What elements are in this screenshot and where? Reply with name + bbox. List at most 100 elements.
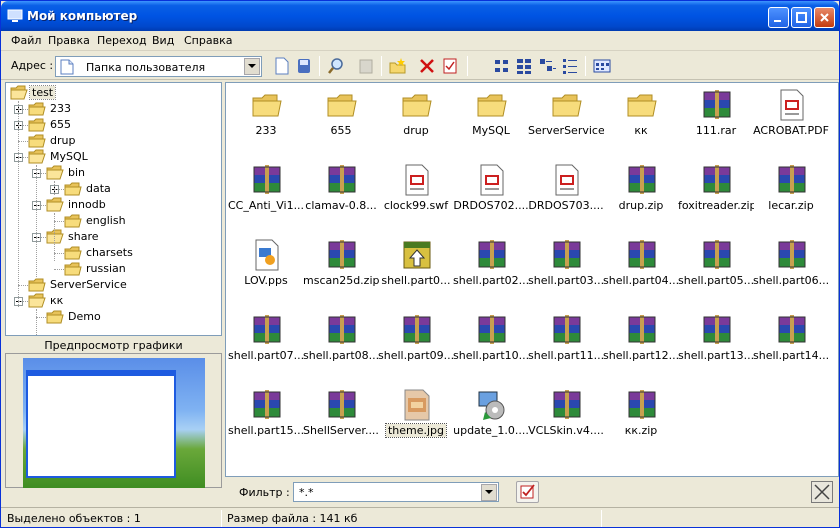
address-dropdown-button[interactable] — [244, 58, 260, 75]
tree-node-label: 655 — [50, 118, 71, 131]
address-combo[interactable]: Папка пользователя — [55, 56, 262, 77]
file-item[interactable]: DRDOS703.... — [528, 158, 604, 228]
search-icon[interactable] — [327, 57, 345, 75]
file-item[interactable]: shell.part14.... — [753, 308, 829, 378]
file-item[interactable]: CC_Anti_Vi1... — [228, 158, 304, 228]
archive-icon — [550, 388, 584, 422]
apply-filter-button[interactable] — [516, 481, 539, 503]
folder-tree[interactable]: test 233 655 drup MySQL bin data innodb english s… — [5, 82, 222, 336]
file-item[interactable]: mscan25d.zip — [303, 233, 379, 303]
file-item[interactable]: MySQL — [453, 83, 529, 153]
menu-go[interactable]: Переход — [97, 34, 147, 47]
file-item[interactable]: clamav-0.8... — [303, 158, 379, 228]
presentation-icon — [250, 238, 284, 272]
file-item[interactable]: VCLSkin.v4.... — [528, 383, 604, 453]
file-item[interactable]: ShellServer.... — [303, 383, 379, 453]
view-large-icons-icon[interactable] — [493, 57, 511, 75]
file-item[interactable]: кк — [603, 83, 679, 153]
file-item[interactable]: 655 — [303, 83, 379, 153]
new-folder-icon[interactable] — [389, 57, 407, 75]
filter-combo[interactable]: *.* — [293, 482, 499, 502]
file-name: shell.part02... — [453, 274, 529, 287]
file-item[interactable]: shell.part04.... — [603, 233, 679, 303]
file-item[interactable]: shell.part06.... — [753, 233, 829, 303]
file-item[interactable]: ACROBAT.PDF — [753, 83, 829, 153]
file-item[interactable]: DRDOS702.... — [453, 158, 529, 228]
file-name: ShellServer.... — [303, 424, 379, 437]
file-item[interactable]: shell.part11.... — [528, 308, 604, 378]
file-item[interactable]: shell.part09.... — [378, 308, 454, 378]
file-item[interactable]: shell.part02... — [453, 233, 529, 303]
tree-node-label: innodb — [68, 198, 106, 211]
minimize-button[interactable] — [768, 7, 789, 28]
file-item[interactable]: shell.part15.... — [228, 383, 304, 453]
file-name: lecar.zip — [768, 199, 814, 212]
file-item[interactable]: drup.zip — [603, 158, 679, 228]
file-item[interactable]: shell.part12.... — [603, 308, 679, 378]
file-name: shell.part10.... — [453, 349, 529, 362]
file-name: shell.part15.... — [228, 424, 304, 437]
menu-help[interactable]: Справка — [184, 34, 232, 47]
file-name: shell.part0... — [381, 274, 451, 287]
file-name: DRDOS703.... — [528, 199, 604, 212]
file-name: 111.rar — [695, 124, 737, 137]
file-item[interactable]: update_1.0.... — [453, 383, 529, 453]
thumbnails-icon[interactable] — [593, 57, 611, 75]
file-item[interactable]: кк.zip — [603, 383, 679, 453]
close-icon — [820, 13, 829, 22]
preview-image — [23, 358, 205, 488]
archive-icon — [700, 313, 734, 347]
file-item[interactable]: shell.part07.... — [228, 308, 304, 378]
disk-icon[interactable] — [295, 57, 313, 75]
file-item[interactable]: drup — [378, 83, 454, 153]
file-item[interactable]: clock99.swf — [378, 158, 454, 228]
archive-icon — [325, 313, 359, 347]
file-name: shell.part14.... — [753, 349, 829, 362]
new-file-icon[interactable] — [273, 57, 291, 75]
document-icon — [550, 163, 584, 197]
file-item[interactable]: foxitreader.zip — [678, 158, 754, 228]
file-item[interactable]: theme.jpg — [378, 383, 454, 453]
menu-view[interactable]: Вид — [152, 34, 174, 47]
status-selected: Выделено объектов : 1 — [7, 512, 141, 525]
file-item[interactable]: LOV.pps — [228, 233, 304, 303]
delete-icon[interactable] — [418, 57, 436, 75]
file-item[interactable]: 233 — [228, 83, 304, 153]
file-name: DRDOS702.... — [453, 199, 529, 212]
menu-file[interactable]: Файл — [11, 34, 41, 47]
file-item[interactable]: ServerService — [528, 83, 604, 153]
file-name: 655 — [330, 124, 352, 137]
file-item[interactable]: shell.part0... — [378, 233, 454, 303]
close-button[interactable] — [814, 7, 835, 28]
copy-icon[interactable] — [357, 57, 375, 75]
view-small-icons-icon[interactable] — [515, 57, 533, 75]
filter-dropdown-button[interactable] — [481, 484, 497, 501]
tree-node-label: bin — [68, 166, 86, 179]
close-filter-button[interactable] — [811, 481, 833, 503]
filter-label: Фильтр : — [239, 486, 290, 499]
file-item[interactable]: shell.part08.... — [303, 308, 379, 378]
file-item[interactable]: shell.part05.... — [678, 233, 754, 303]
properties-icon[interactable] — [441, 57, 459, 75]
menu-edit[interactable]: Правка — [48, 34, 90, 47]
file-list[interactable]: 233 655 drup MySQL ServerService кк 111.rar ACR… — [225, 82, 839, 477]
file-name: MySQL — [472, 124, 510, 137]
filter-value: *.* — [299, 486, 314, 499]
title-bar[interactable]: Мой компьютер — [1, 1, 839, 31]
maximize-button[interactable] — [791, 7, 812, 28]
address-value: Папка пользователя — [86, 61, 206, 74]
archive-icon — [400, 313, 434, 347]
file-item[interactable]: lecar.zip — [753, 158, 829, 228]
view-details-icon[interactable] — [561, 57, 579, 75]
archive-icon — [550, 313, 584, 347]
file-item[interactable]: 111.rar — [678, 83, 754, 153]
file-item[interactable]: shell.part13.... — [678, 308, 754, 378]
tree-node-label: кк — [50, 294, 64, 307]
folder-icon — [46, 197, 64, 216]
file-name: ACROBAT.PDF — [753, 124, 829, 137]
view-list-icon[interactable] — [538, 57, 556, 75]
file-item[interactable]: shell.part10.... — [453, 308, 529, 378]
address-label: Адрес : — [11, 59, 54, 72]
folder-icon — [28, 293, 46, 312]
file-item[interactable]: shell.part03.... — [528, 233, 604, 303]
